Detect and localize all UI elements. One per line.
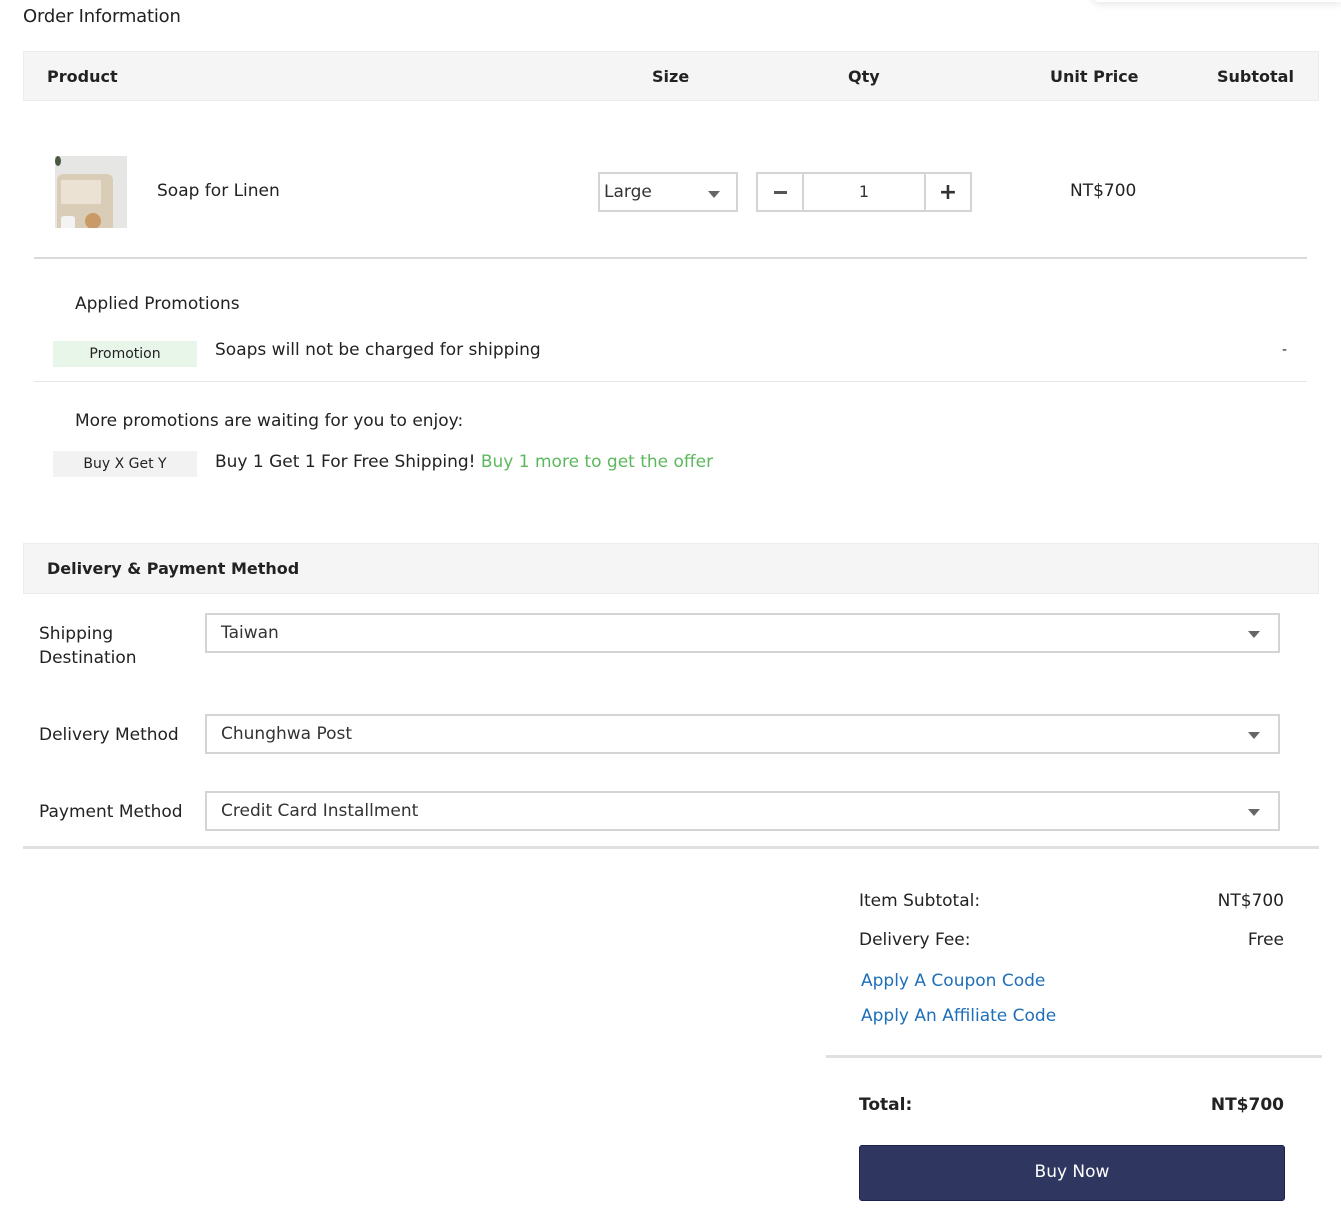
quantity-stepper: 1 + — [756, 172, 972, 212]
more-promotions-heading: More promotions are waiting for you to e… — [75, 411, 464, 431]
buy-x-get-y-tag: Buy X Get Y — [53, 451, 197, 477]
item-subtotal-label: Item Subtotal: — [859, 891, 981, 911]
buy-now-button[interactable]: Buy Now — [859, 1145, 1285, 1201]
increase-qty-button[interactable]: + — [926, 174, 970, 210]
order-table-header: Product Size Qty Unit Price Subtotal — [23, 51, 1319, 101]
delivery-payment-title: Delivery & Payment Method — [47, 559, 300, 578]
shipping-destination-label: Shipping Destination — [39, 624, 137, 668]
chevron-down-icon — [1248, 631, 1260, 638]
apply-coupon-link[interactable]: Apply A Coupon Code — [861, 971, 1045, 991]
delivery-fee-value: Free — [1247, 930, 1284, 950]
product-image[interactable] — [55, 156, 127, 228]
floating-panel-shadow — [1090, 0, 1341, 2]
column-subtotal: Subtotal — [1217, 67, 1294, 86]
column-size: Size — [652, 67, 690, 86]
more-promotion-description: Buy 1 Get 1 For Free Shipping! — [215, 452, 476, 472]
table-row: Soap for Linen Large 1 + NT$700 — [0, 130, 1341, 258]
decrease-qty-button[interactable] — [758, 174, 802, 210]
chevron-down-icon — [1248, 809, 1260, 816]
column-unit-price: Unit Price — [1050, 67, 1139, 86]
delivery-method-select[interactable]: Chunghwa Post — [205, 714, 1280, 754]
order-information-title: Order Information — [23, 6, 181, 27]
promotion-divider — [34, 381, 1307, 382]
total-label: Total: — [859, 1095, 913, 1115]
size-select-value: Large — [604, 182, 652, 202]
total-value: NT$700 — [1210, 1095, 1284, 1115]
applied-promotion-text: Soaps will not be charged for shipping — [215, 340, 541, 360]
delivery-method-label: Delivery Method — [39, 725, 179, 745]
payment-method-label: Payment Method — [39, 802, 183, 822]
payment-method-select[interactable]: Credit Card Installment — [205, 791, 1280, 831]
summary-divider — [826, 1055, 1322, 1058]
apply-affiliate-link[interactable]: Apply An Affiliate Code — [861, 1006, 1056, 1026]
delivery-payment-header: Delivery & Payment Method — [23, 543, 1319, 594]
column-qty: Qty — [848, 67, 880, 86]
delivery-fee-label: Delivery Fee: — [859, 930, 971, 950]
promotion-tag: Promotion — [53, 341, 197, 367]
column-product: Product — [47, 67, 118, 86]
row-divider — [34, 257, 1307, 259]
promotion-discount-amount: - — [1282, 342, 1288, 358]
shipping-destination-value: Taiwan — [221, 623, 279, 643]
delivery-method-value: Chunghwa Post — [221, 724, 353, 744]
plus-icon: + — [938, 179, 958, 205]
size-select[interactable]: Large — [598, 172, 738, 212]
more-promotion-cta: Buy 1 more to get the offer — [480, 452, 714, 472]
shipping-destination-select[interactable]: Taiwan — [205, 613, 1280, 653]
unit-price: NT$700 — [1070, 181, 1137, 201]
payment-method-value: Credit Card Installment — [221, 801, 419, 821]
product-name[interactable]: Soap for Linen — [157, 181, 280, 201]
minus-icon — [773, 190, 787, 194]
quantity-input[interactable]: 1 — [802, 174, 926, 210]
applied-promotions-heading: Applied Promotions — [75, 294, 240, 314]
item-subtotal-value: NT$700 — [1217, 891, 1284, 911]
section-divider — [23, 846, 1319, 849]
more-promotion-text: Buy 1 Get 1 For Free Shipping! Buy 1 mor… — [215, 452, 713, 472]
chevron-down-icon — [1248, 732, 1260, 739]
chevron-down-icon — [708, 191, 720, 198]
